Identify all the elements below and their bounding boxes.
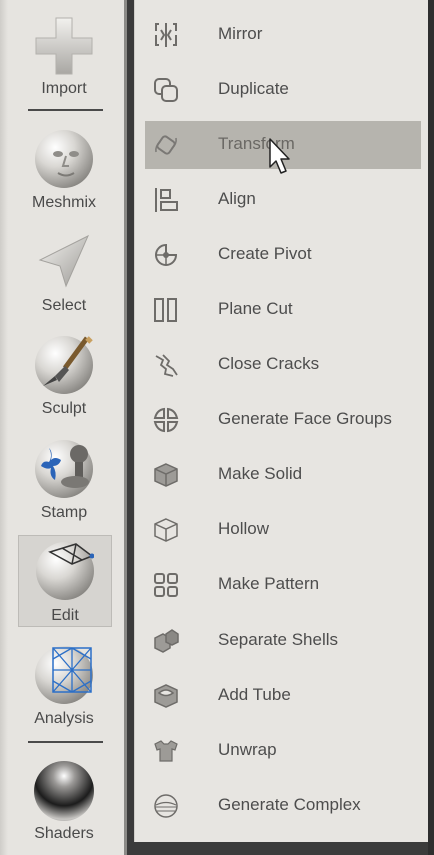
menu-item-plane-cut[interactable]: Plane Cut — [145, 286, 421, 334]
stamp-sphere-icon — [35, 440, 93, 498]
menu-item-hollow[interactable]: Hollow — [145, 506, 421, 554]
menu-item-add-tube[interactable]: Add Tube — [145, 672, 421, 720]
menu-item-separate-shells[interactable]: Separate Shells — [145, 617, 421, 665]
toolbar-divider — [28, 741, 103, 743]
tool-edit-label: Edit — [51, 607, 79, 624]
face-groups-icon — [153, 407, 179, 433]
align-icon — [155, 188, 178, 212]
mouse-pointer-icon — [269, 138, 290, 174]
toolbar-edge — [124, 0, 127, 855]
analysis-mesh-icon — [35, 646, 93, 704]
tool-shaders-label: Shaders — [34, 825, 94, 842]
menu-item-label: Duplicate — [218, 79, 289, 98]
tool-analysis[interactable]: Analysis — [14, 642, 114, 732]
plane-cut-icon — [154, 298, 177, 322]
menu-item-label: Mirror — [218, 24, 263, 43]
tool-sculpt-label: Sculpt — [41, 400, 87, 417]
menu-item-label: Separate Shells — [218, 630, 339, 649]
chrome-sphere-icon — [34, 761, 94, 821]
menu-item-make-pattern[interactable]: Make Pattern — [145, 561, 421, 609]
plus-icon — [35, 17, 93, 75]
tool-meshmix[interactable]: Meshmix — [14, 126, 114, 216]
pivot-icon — [155, 243, 178, 266]
menu-item-label: Align — [218, 189, 256, 208]
menu-item-close-cracks[interactable]: Close Cracks — [145, 341, 421, 389]
menu-item-label: Close Cracks — [218, 354, 320, 373]
menu-item-align[interactable]: Align — [145, 176, 421, 224]
menu-item-unwrap[interactable]: Unwrap — [145, 727, 421, 775]
edit-menu-panel: Mirror Duplicate Transform Align Create … — [134, 0, 429, 842]
menu-item-create-pivot[interactable]: Create Pivot — [145, 231, 421, 279]
add-tube-icon — [154, 684, 178, 708]
unwrap-icon — [154, 740, 178, 762]
menu-item-make-solid[interactable]: Make Solid — [145, 451, 421, 499]
transform-icon — [155, 135, 177, 155]
tool-analysis-label: Analysis — [34, 710, 94, 727]
left-toolbar: Import Meshmix Select Sculpt Stamp Edit … — [0, 0, 124, 855]
duplicate-icon — [154, 78, 178, 102]
menu-item-label: Add Tube — [218, 685, 291, 704]
menu-item-mirror[interactable]: Mirror — [145, 11, 421, 59]
generate-complex-icon — [154, 794, 178, 818]
hollow-icon — [154, 518, 178, 542]
mirror-icon — [155, 23, 177, 47]
tool-select[interactable]: Select — [14, 228, 114, 318]
edit-sphere-icon — [36, 542, 95, 600]
toolbar-divider — [28, 109, 103, 111]
close-cracks-icon — [155, 354, 178, 377]
menu-item-label: Create Pivot — [218, 244, 312, 263]
tool-stamp[interactable]: Stamp — [14, 436, 114, 526]
tool-stamp-label: Stamp — [40, 504, 88, 521]
menu-item-label: Make Solid — [218, 464, 303, 483]
menu-item-label: Make Pattern — [218, 574, 320, 593]
menu-item-label: Plane Cut — [218, 299, 293, 318]
tool-import[interactable]: Import — [14, 10, 114, 100]
make-solid-icon — [154, 463, 178, 487]
menu-item-label: Unwrap — [218, 740, 277, 759]
separate-shells-icon — [154, 629, 179, 653]
tool-select-label: Select — [41, 297, 87, 314]
window-background — [428, 0, 434, 855]
tool-edit[interactable]: Edit — [18, 535, 112, 627]
menu-item-label: Hollow — [218, 519, 270, 538]
menu-item-duplicate[interactable]: Duplicate — [145, 66, 421, 114]
menu-item-label: Generate Face Groups — [218, 409, 392, 428]
menu-item-generate-face-groups[interactable]: Generate Face Groups — [145, 396, 421, 444]
brush-sphere-icon — [35, 336, 93, 394]
tool-shaders[interactable]: Shaders — [14, 757, 114, 852]
menu-item-generate-complex[interactable]: Generate Complex — [145, 782, 421, 830]
arrow-cursor-icon — [38, 234, 90, 288]
menu-item-label: Generate Complex — [218, 795, 361, 814]
tool-sculpt[interactable]: Sculpt — [14, 332, 114, 422]
make-pattern-icon — [154, 573, 178, 597]
tool-meshmix-label: Meshmix — [31, 194, 96, 211]
meshmix-face-icon — [35, 130, 93, 188]
tool-import-label: Import — [41, 80, 87, 97]
